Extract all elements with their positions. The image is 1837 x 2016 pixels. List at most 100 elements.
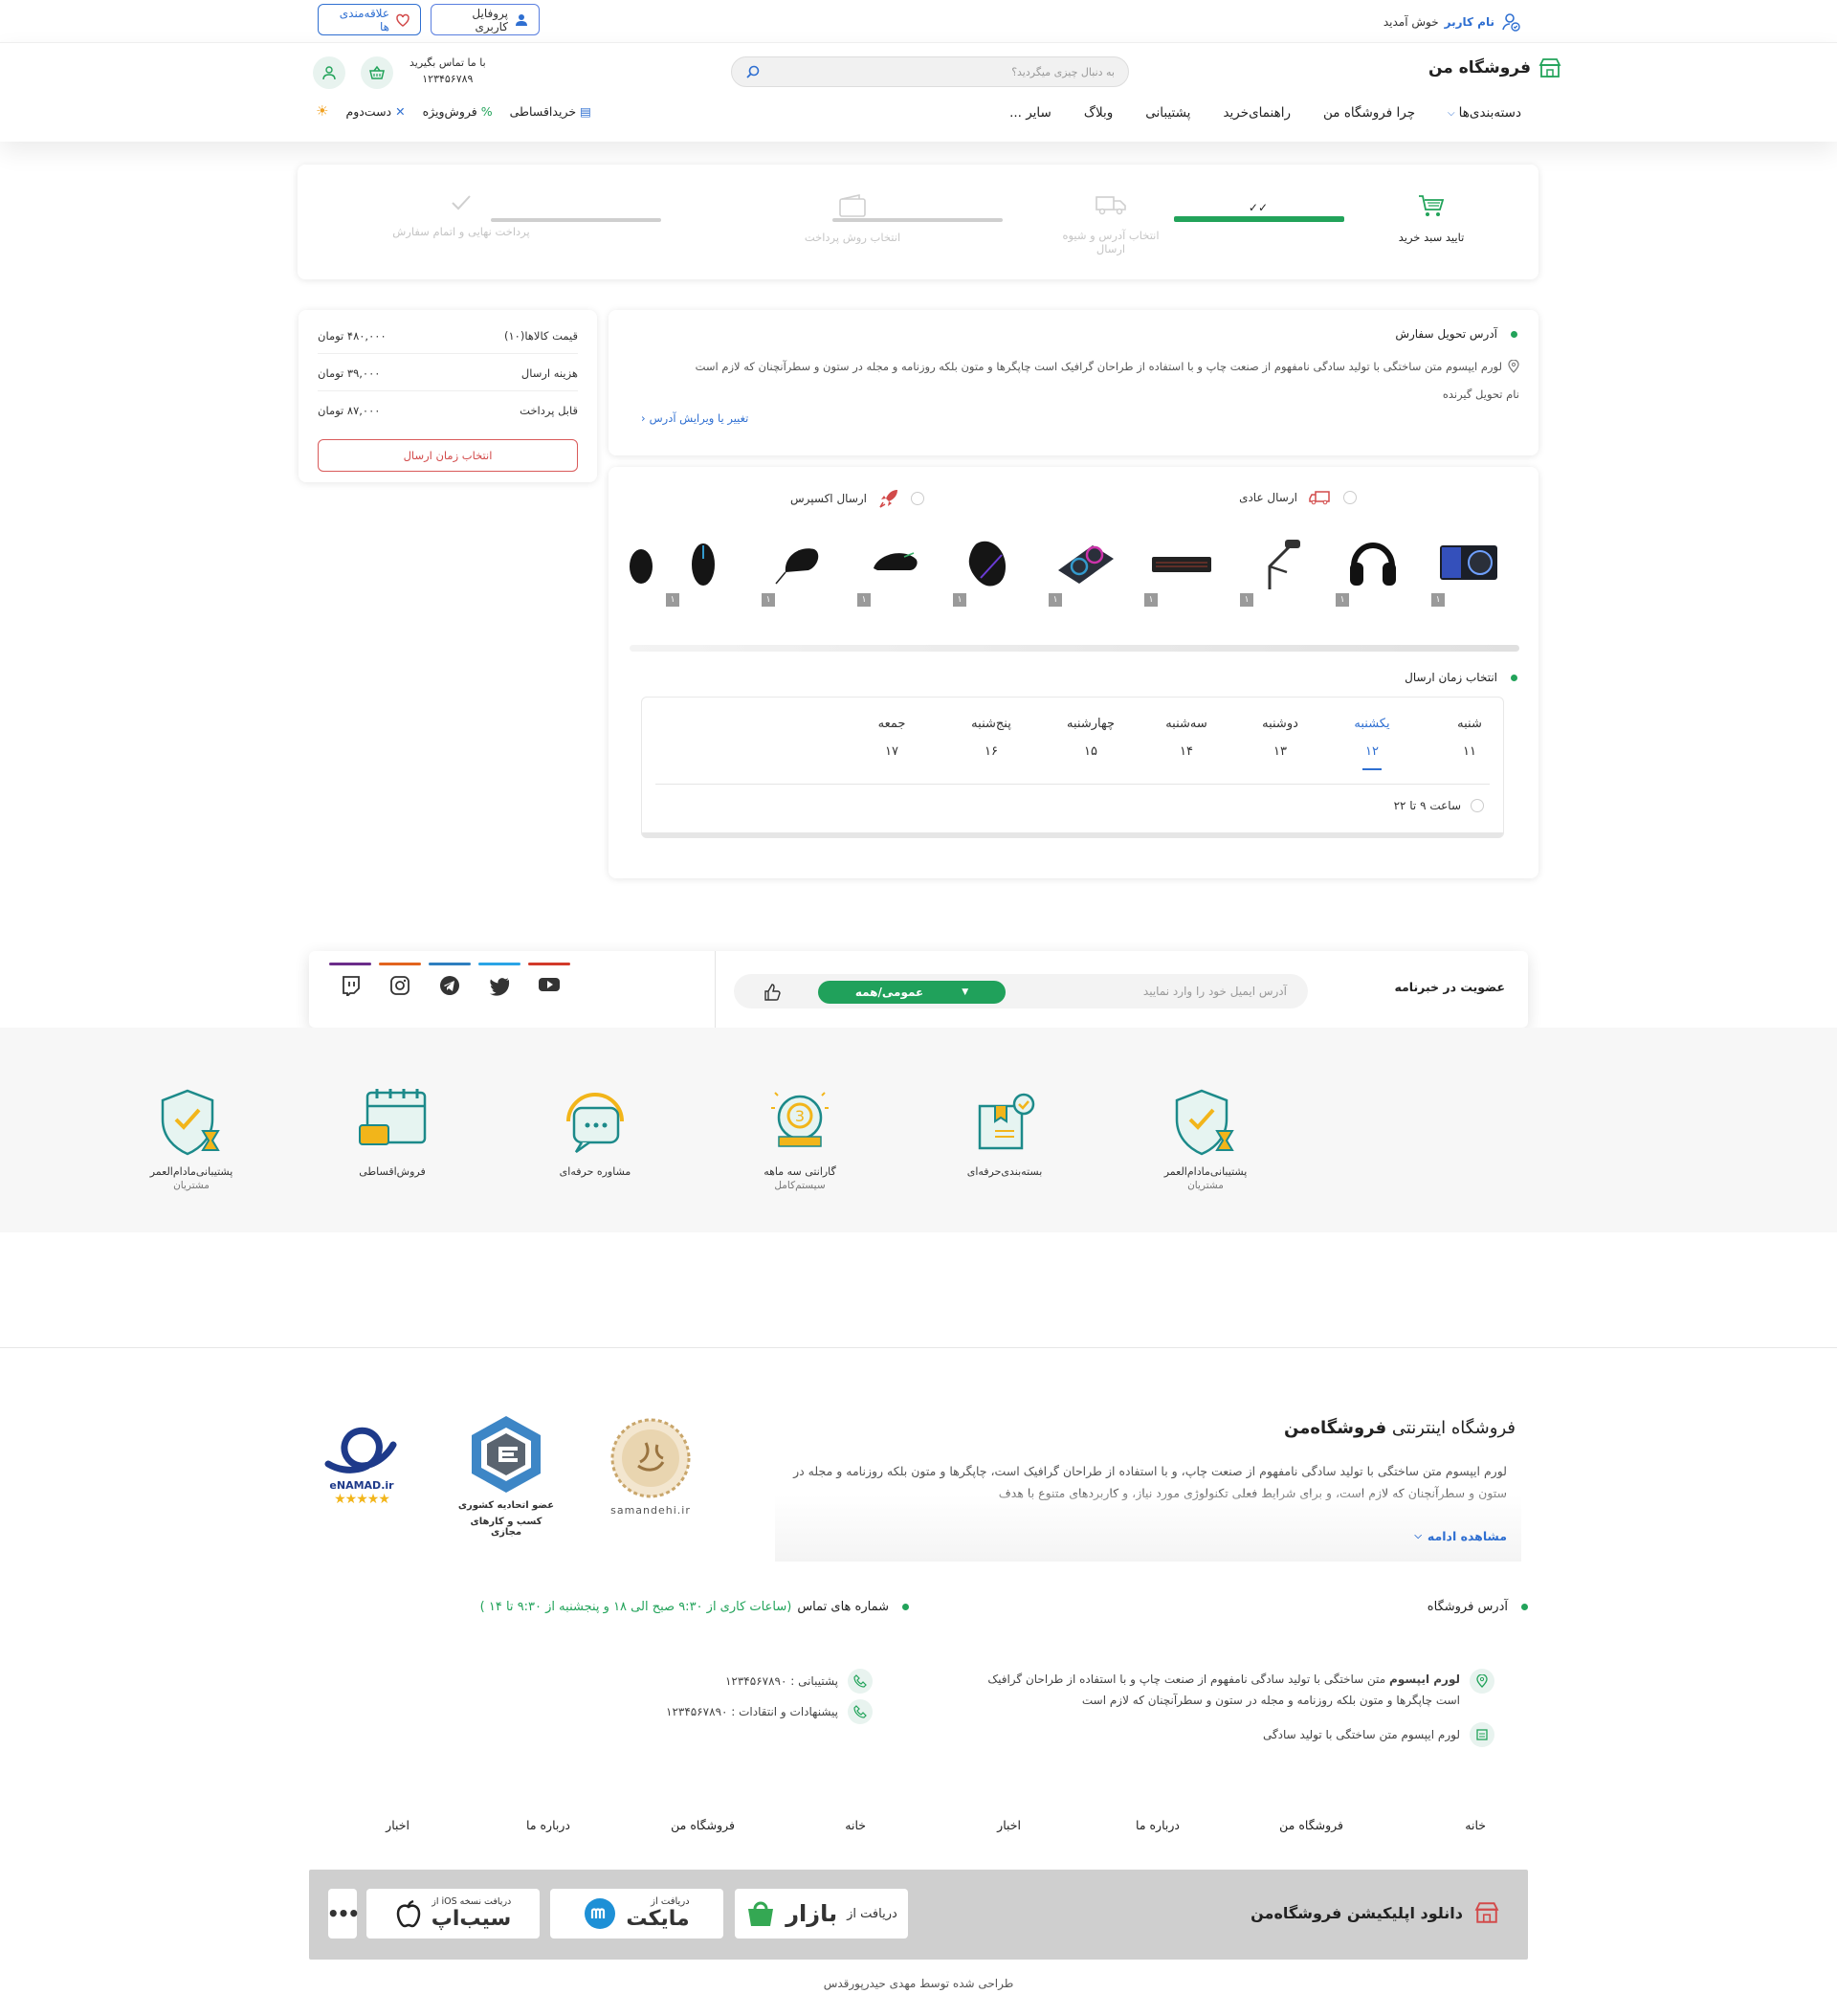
- time-scrollbar[interactable]: [642, 832, 1503, 838]
- bazaar-button[interactable]: دریافت از بازار: [735, 1889, 908, 1938]
- nav-support[interactable]: پشتیبانی: [1145, 105, 1190, 121]
- feature-title: گارانتی سه ماهه: [764, 1165, 836, 1178]
- address-bold: لورم ایپسوم: [1389, 1673, 1460, 1686]
- day-tab-mon[interactable]: دوشنبه ۱۳: [1247, 717, 1314, 759]
- site-logo[interactable]: فروشگاه من: [1428, 56, 1561, 79]
- summary-row-items: قیمت کالاها(۱۰) ۴۸۰,۰۰۰ تومان: [318, 318, 578, 354]
- product-keyboard[interactable]: ۱: [1139, 528, 1225, 607]
- feedback-phone[interactable]: پیشنهادات و انتقادات : ۱۲۳۴۵۶۷۸۹۰: [666, 1699, 873, 1724]
- product-mouse-1[interactable]: ۱: [947, 528, 1033, 607]
- twitch-link[interactable]: [329, 963, 371, 1010]
- youtube-icon: [538, 975, 561, 994]
- newsletter-email-input[interactable]: آدرس ایمیل خود را وارد نمایید ▼ عمومی/هم…: [734, 974, 1308, 1008]
- slot-radio[interactable]: [1471, 799, 1484, 812]
- union-badge[interactable]: عضو اتحادیه کشوری کسب و کارهای مجازی: [454, 1412, 559, 1538]
- telegram-link[interactable]: [429, 963, 471, 1010]
- product-headset[interactable]: ۱: [1330, 528, 1416, 607]
- enamad-badge[interactable]: eNAMAD.ir ★★★★★: [314, 1414, 409, 1507]
- myket-logo-icon: [584, 1897, 616, 1930]
- support-phone[interactable]: پشتیبانی : ۱۲۳۴۵۶۷۸۹۰: [725, 1669, 873, 1694]
- footer-link-home[interactable]: خانه: [1465, 1818, 1486, 1832]
- profile-button[interactable]: پروفایل کاربری: [431, 4, 540, 35]
- thumbs-up-icon[interactable]: [763, 983, 782, 1002]
- newsletter-placeholder: آدرس ایمیل خود را وارد نمایید: [1142, 985, 1287, 998]
- store-address-title: آدرس فروشگاه: [1428, 1600, 1528, 1614]
- instagram-link[interactable]: [379, 963, 421, 1010]
- nav-more[interactable]: سایر ...: [1009, 105, 1051, 121]
- myket-button[interactable]: دریافت از مایکت: [550, 1889, 723, 1938]
- search-input[interactable]: به دنبال چیزی میگردید؟: [731, 56, 1129, 87]
- normal-label: ارسال عادی: [1239, 491, 1297, 504]
- day-tab-sat[interactable]: شنبه ۱۱: [1436, 717, 1503, 759]
- day-tab-tue[interactable]: سه‌شنبه ۱۴: [1153, 717, 1220, 759]
- time-slot-option[interactable]: ساعت ۹ تا ۲۲: [1394, 799, 1484, 812]
- favorites-button[interactable]: علاقه‌مندی ها: [318, 4, 421, 35]
- day-tab-fri[interactable]: جمعه ۱۷: [858, 717, 925, 759]
- footer-link-news[interactable]: اخبار: [997, 1818, 1021, 1832]
- feature-installment: فروش‌اقساطی: [325, 1085, 459, 1179]
- nav-categories[interactable]: دسته‌بندی‌ها ⌵: [1448, 105, 1521, 121]
- time-title: انتخاب زمان ارسال: [1405, 671, 1517, 684]
- day-label: چهارشنبه: [1067, 717, 1115, 731]
- search-icon[interactable]: [745, 64, 761, 79]
- shipping-card: ارسال عادی ارسال اکسپرس ۱ ۱ ۱ ۱ ۱ ۱ ۱ ۱ …: [609, 467, 1538, 878]
- footer-link-about[interactable]: درباره ما: [1136, 1818, 1180, 1832]
- normal-radio[interactable]: [1343, 491, 1357, 504]
- percent-icon: %: [480, 103, 493, 119]
- cart-button[interactable]: [361, 56, 393, 89]
- nav-why-us[interactable]: چرا فروشگاه من: [1323, 105, 1415, 121]
- footer-link-store[interactable]: فروشگاه من: [1279, 1818, 1343, 1832]
- product-mic-arm[interactable]: ۱: [1234, 528, 1320, 607]
- nav-installment[interactable]: ▤ خریداقساطی: [510, 104, 591, 119]
- nav-special-sale[interactable]: % فروش‌ویژه: [423, 104, 493, 119]
- day-tab-sun[interactable]: یکشنبه ۱۲: [1339, 717, 1405, 770]
- product-qty: ۱: [1049, 593, 1062, 607]
- sibapp-button[interactable]: دریافت نسخه iOS از سیب‌اپ: [366, 1889, 540, 1938]
- phone-icon: [848, 1669, 873, 1694]
- footer-link-about-2[interactable]: درباره ما: [526, 1818, 570, 1832]
- read-more-link[interactable]: مشاهده ادامه ⌵: [1414, 1529, 1507, 1543]
- shipping-express-option[interactable]: ارسال اکسپرس: [790, 488, 924, 509]
- divider: [715, 951, 716, 1028]
- product-mouse-3[interactable]: ۱: [756, 528, 842, 607]
- edit-address-link[interactable]: تغییر یا ویرایش آدرس ‹: [641, 411, 748, 425]
- newsletter-category-select[interactable]: ▼ عمومی/همه: [818, 981, 1006, 1004]
- product-mouse-5[interactable]: [626, 528, 653, 605]
- more-stores-button[interactable]: •••: [327, 1889, 360, 1938]
- product-mouse-2[interactable]: ۱: [852, 528, 938, 607]
- truck-red-icon: [1309, 490, 1332, 505]
- shipping-normal-option[interactable]: ارسال عادی: [1239, 490, 1357, 505]
- account-button[interactable]: [313, 56, 345, 89]
- product-cooling-pad[interactable]: ۱: [1043, 528, 1129, 607]
- product-gpu[interactable]: ۱: [1426, 528, 1512, 607]
- bullet-dot: [1521, 1604, 1528, 1610]
- youtube-bar: [528, 963, 570, 965]
- products-scrollbar[interactable]: [630, 645, 1519, 652]
- username[interactable]: نام کاربر: [1445, 15, 1494, 29]
- nav-second-hand-label: دست‌دوم: [345, 103, 392, 119]
- footer-link-home-2[interactable]: خانه: [845, 1818, 866, 1832]
- fax-icon: [1470, 1722, 1494, 1747]
- day-tab-wed[interactable]: چهارشنبه ۱۵: [1057, 717, 1124, 759]
- address-line-2: لورم ایپسوم متن ساختگی با تولید سادگی: [1262, 1728, 1460, 1741]
- nav-guide[interactable]: راهنمای‌خرید: [1223, 105, 1291, 121]
- contact-number[interactable]: ۱۲۳۴۵۶۷۸۹: [409, 71, 486, 87]
- welcome-text: خوش آمدید: [1383, 15, 1439, 29]
- footer-link-news-2[interactable]: اخبار: [386, 1818, 409, 1832]
- product-mouse-4[interactable]: ۱: [660, 528, 746, 607]
- express-radio[interactable]: [911, 492, 924, 505]
- newsletter-title: عضویت در خبرنامه: [1394, 980, 1505, 994]
- welcome-message: نام کاربر خوش آمدید: [1383, 11, 1521, 33]
- nav-second-hand[interactable]: ✕ دست‌دوم: [345, 104, 405, 119]
- product-qty: ۱: [1431, 593, 1445, 607]
- footer-link-store-2[interactable]: فروشگاه من: [671, 1818, 735, 1832]
- twitter-bar: [478, 963, 520, 965]
- theme-toggle-icon[interactable]: ☀: [316, 102, 328, 120]
- choose-delivery-time-button[interactable]: انتخاب زمان ارسال: [318, 439, 578, 472]
- twitter-link[interactable]: [478, 963, 520, 1010]
- day-tab-thu[interactable]: پنج‌شنبه ۱۶: [958, 717, 1025, 759]
- samandehi-badge[interactable]: samandehi.ir: [603, 1416, 698, 1517]
- summary-items-value: ۴۸۰,۰۰۰ تومان: [318, 328, 387, 343]
- youtube-link[interactable]: [528, 963, 570, 1010]
- nav-blog[interactable]: وبلاگ: [1084, 105, 1113, 121]
